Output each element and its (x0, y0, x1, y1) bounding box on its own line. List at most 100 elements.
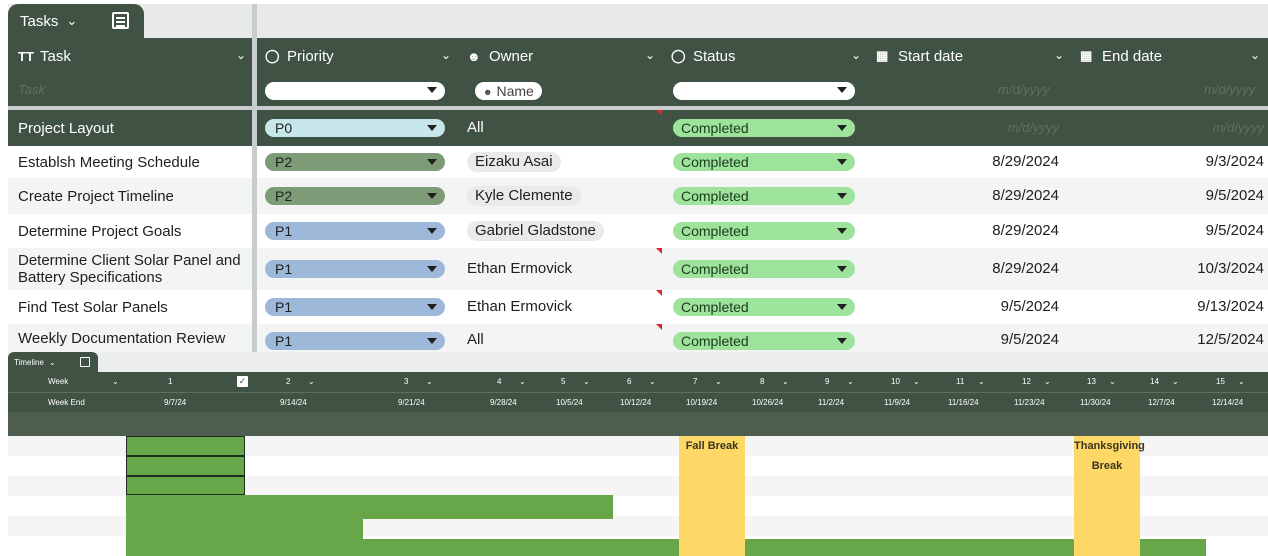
table-row[interactable]: Determine Client Solar Panel and Battery… (8, 248, 1268, 290)
task-cell[interactable]: Determine Project Goals (18, 214, 250, 248)
chevron-down-icon[interactable]: ⌄ (49, 358, 56, 367)
priority-select[interactable]: P1 (265, 222, 445, 240)
chevron-down-icon[interactable]: ⌄ (978, 377, 985, 386)
start-date-cell[interactable]: 8/29/2024 (992, 260, 1059, 277)
task-cell[interactable]: Find Test Solar Panels (18, 290, 250, 324)
status-select[interactable]: Completed (673, 187, 855, 205)
column-header-end-date[interactable]: ▦ End date ⌄ (1080, 38, 1268, 74)
start-date-cell[interactable]: 8/29/2024 (992, 153, 1059, 170)
sheet-tab-tasks[interactable]: Tasks ⌄ (8, 4, 144, 38)
column-header-status[interactable]: ◯ Status ⌄ (671, 38, 869, 74)
priority-select[interactable]: P1 (265, 332, 445, 350)
checkbox-icon[interactable]: ✓ (237, 376, 248, 387)
chevron-down-icon[interactable]: ⌄ (1172, 377, 1179, 386)
priority-select[interactable]: P2 (265, 153, 445, 171)
chevron-down-icon[interactable]: ⌄ (645, 48, 655, 62)
chevron-down-icon[interactable]: ⌄ (441, 48, 451, 62)
owner-filter-chip[interactable]: ☻ Name (475, 82, 542, 100)
chevron-down-icon[interactable]: ⌄ (112, 377, 119, 386)
status-select[interactable]: Completed (673, 298, 855, 316)
owner-cell[interactable]: Ethan Ermovick (467, 260, 572, 277)
owner-chip[interactable]: Kyle Clemente (467, 186, 581, 206)
chevron-down-icon[interactable]: ⌄ (1250, 48, 1260, 62)
week-number-label: 6 (627, 377, 632, 386)
timeline-bar[interactable] (1140, 539, 1206, 556)
status-select[interactable]: Completed (673, 222, 855, 240)
end-date-cell[interactable]: 9/3/2024 (1206, 153, 1264, 170)
task-cell[interactable]: Determine Client Solar Panel and Battery… (18, 248, 250, 290)
chevron-down-icon[interactable]: ⌄ (426, 377, 433, 386)
timeline-bar[interactable] (126, 456, 245, 476)
task-cell[interactable]: Project Layout (18, 110, 250, 146)
column-header-owner[interactable]: ☻ Owner ⌄ (467, 38, 663, 74)
table-row-group[interactable]: Project Layout P0 All Completed m/d/yyyy… (8, 110, 1268, 146)
table-row[interactable]: Create Project Timeline P2 Kyle Clemente… (8, 178, 1268, 214)
status-select[interactable]: Completed (673, 153, 855, 171)
chevron-down-icon[interactable]: ⌄ (1238, 377, 1245, 386)
end-date-cell[interactable]: 10/3/2024 (1197, 260, 1264, 277)
table-row[interactable]: Determine Project Goals P1 Gabriel Glads… (8, 214, 1268, 248)
calculator-icon[interactable] (112, 12, 129, 29)
start-date-cell[interactable]: 8/29/2024 (992, 222, 1059, 239)
chevron-down-icon[interactable]: ⌄ (66, 13, 77, 29)
task-cell[interactable]: Establsh Meeting Schedule (18, 146, 250, 178)
status-select[interactable]: Completed (673, 332, 855, 350)
column-header-priority[interactable]: ◯ Priority ⌄ (265, 38, 459, 74)
timeline-bar[interactable] (126, 519, 363, 539)
timeline-bar[interactable] (126, 495, 613, 519)
priority-filter-select[interactable] (265, 82, 445, 100)
end-date-cell[interactable]: 9/13/2024 (1197, 298, 1264, 315)
status-filter-select[interactable] (673, 82, 855, 100)
chevron-down-icon[interactable]: ⌄ (583, 377, 590, 386)
table-row[interactable]: Find Test Solar Panels P1 Ethan Ermovick… (8, 290, 1268, 324)
priority-select[interactable]: P2 (265, 187, 445, 205)
table-row[interactable]: Establsh Meeting Schedule P2 Eizaku Asai… (8, 146, 1268, 178)
column-header-task[interactable]: TT Task ⌄ (18, 38, 254, 74)
chevron-down-icon[interactable]: ⌄ (782, 377, 789, 386)
chevron-down-icon[interactable]: ⌄ (308, 377, 315, 386)
start-date-filter-input[interactable]: m/d/yyyy (998, 82, 1049, 97)
column-header-start-date[interactable]: ▦ Start date ⌄ (876, 38, 1072, 74)
end-date-cell[interactable]: m/d/yyyy (1213, 120, 1264, 135)
start-date-cell[interactable]: 9/5/2024 (1001, 298, 1059, 315)
end-date-cell[interactable]: 9/5/2024 (1206, 222, 1264, 239)
chevron-down-icon[interactable]: ⌄ (913, 377, 920, 386)
person-icon: ☻ (483, 87, 493, 97)
timeline-bar[interactable] (745, 539, 1074, 556)
priority-select[interactable]: P1 (265, 298, 445, 316)
task-cell[interactable]: Weekly Documentation Review (18, 324, 250, 352)
chevron-down-icon[interactable]: ⌄ (851, 48, 861, 62)
timeline-bar[interactable] (126, 539, 679, 556)
owner-chip[interactable]: Eizaku Asai (467, 152, 561, 172)
end-date-filter-input[interactable]: m/d/yyyy (1204, 82, 1255, 97)
end-date-cell[interactable]: 9/5/2024 (1206, 187, 1264, 204)
chevron-down-icon[interactable]: ⌄ (1109, 377, 1116, 386)
status-select[interactable]: Completed (673, 119, 855, 137)
status-select[interactable]: Completed (673, 260, 855, 278)
table-row[interactable]: Weekly Documentation Review P1 All Compl… (8, 324, 1268, 352)
frozen-column-divider[interactable] (252, 4, 257, 352)
chevron-down-icon[interactable]: ⌄ (236, 48, 246, 62)
start-date-cell[interactable]: 8/29/2024 (992, 187, 1059, 204)
owner-cell[interactable]: Ethan Ermovick (467, 298, 572, 315)
chevron-down-icon[interactable]: ⌄ (519, 377, 526, 386)
chevron-down-icon[interactable]: ⌄ (715, 377, 722, 386)
start-date-cell[interactable]: 9/5/2024 (1001, 331, 1059, 348)
owner-cell[interactable]: All (467, 331, 484, 348)
task-filter-input[interactable]: Task (18, 82, 45, 97)
priority-select[interactable]: P1 (265, 260, 445, 278)
timeline-bar[interactable] (126, 436, 245, 456)
task-cell[interactable]: Create Project Timeline (18, 178, 250, 214)
priority-select[interactable]: P0 (265, 119, 445, 137)
sheet-tab-timeline[interactable]: Timeline ⌄ (8, 352, 98, 372)
chevron-down-icon[interactable]: ⌄ (649, 377, 656, 386)
start-date-cell[interactable]: m/d/yyyy (1008, 120, 1059, 135)
owner-cell[interactable]: All (467, 119, 484, 136)
chevron-down-icon[interactable]: ⌄ (847, 377, 854, 386)
end-date-cell[interactable]: 12/5/2024 (1197, 331, 1264, 348)
chevron-down-icon[interactable]: ⌄ (1054, 48, 1064, 62)
calculator-icon[interactable] (80, 357, 90, 367)
owner-chip[interactable]: Gabriel Gladstone (467, 221, 604, 241)
chevron-down-icon[interactable]: ⌄ (1044, 377, 1051, 386)
timeline-bar[interactable] (126, 476, 245, 495)
